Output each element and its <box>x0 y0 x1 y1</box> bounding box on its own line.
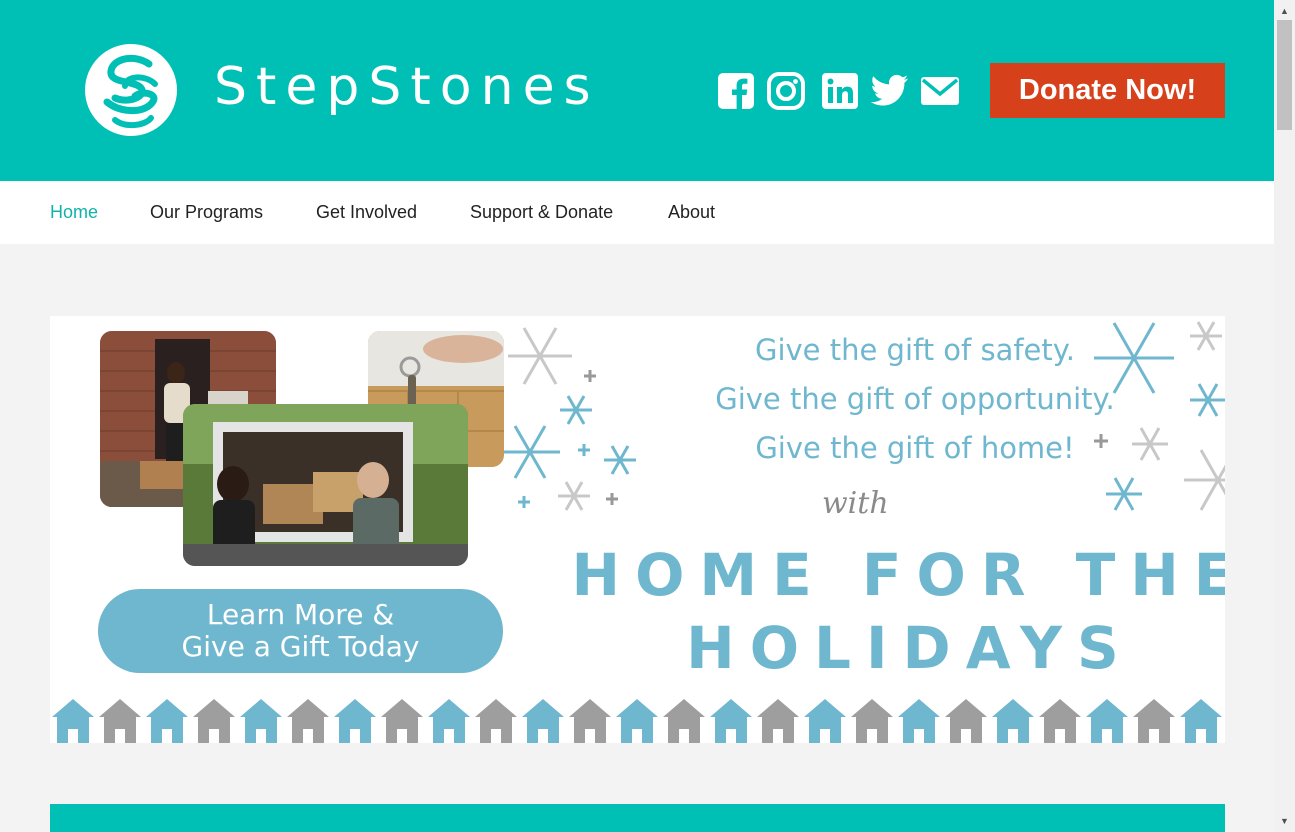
house-icon <box>522 699 564 743</box>
main-nav: Home Our Programs Get Involved Support &… <box>0 181 1274 244</box>
house-icon <box>428 699 470 743</box>
house-icon <box>992 699 1034 743</box>
nav-item-our-programs[interactable]: Our Programs <box>150 202 263 223</box>
banner-line-home: Give the gift of home! <box>755 431 1075 465</box>
house-icon <box>334 699 376 743</box>
nav-item-about[interactable]: About <box>668 202 715 223</box>
house-icon <box>804 699 846 743</box>
campaign-title-line1: HOME FOR THE <box>571 541 1225 609</box>
house-row-decoration-icon <box>52 699 1222 743</box>
page-scrollbar[interactable]: ▲ ▼ <box>1274 0 1295 832</box>
nav-item-home[interactable]: Home <box>50 202 98 223</box>
house-icon <box>1086 699 1128 743</box>
donate-now-button[interactable]: Donate Now! <box>990 63 1225 118</box>
nav-item-get-involved[interactable]: Get Involved <box>316 202 417 223</box>
banner-line-opportunity: Give the gift of opportunity. <box>715 382 1115 416</box>
house-icon <box>757 699 799 743</box>
instagram-icon[interactable] <box>766 70 806 112</box>
campaign-title-line2: HOLIDAYS <box>686 614 1134 682</box>
house-icon <box>710 699 752 743</box>
site-header: StepStones Donate Now! <box>0 0 1274 181</box>
house-icon <box>1039 699 1081 743</box>
nav-item-support-donate[interactable]: Support & Donate <box>470 202 613 223</box>
banner-line-safety: Give the gift of safety. <box>754 333 1076 367</box>
learn-more-button[interactable]: Learn More & Give a Gift Today <box>98 589 503 673</box>
scrollbar-thumb[interactable] <box>1277 20 1292 130</box>
twitter-icon[interactable] <box>870 70 910 112</box>
scroll-down-arrow-icon[interactable]: ▼ <box>1274 812 1295 829</box>
house-icon <box>945 699 987 743</box>
house-icon <box>898 699 940 743</box>
site-logo-text[interactable]: StepStones <box>214 52 600 122</box>
stepstones-logo-icon[interactable] <box>85 44 177 136</box>
house-icon <box>287 699 329 743</box>
banner-with-text: with <box>822 486 889 521</box>
house-icon <box>381 699 423 743</box>
house-icon <box>193 699 235 743</box>
house-icon <box>851 699 893 743</box>
house-icon <box>1180 699 1222 743</box>
facebook-icon[interactable] <box>716 70 756 112</box>
photo-moving-truck <box>183 404 468 566</box>
house-icon <box>52 699 94 743</box>
house-icon <box>146 699 188 743</box>
house-icon <box>616 699 658 743</box>
house-icon <box>99 699 141 743</box>
scroll-up-arrow-icon[interactable]: ▲ <box>1274 2 1295 19</box>
section-teal-bar <box>50 804 1225 832</box>
email-icon[interactable] <box>920 70 960 112</box>
house-icon <box>475 699 517 743</box>
house-icon <box>663 699 705 743</box>
linkedin-icon[interactable] <box>820 70 860 112</box>
holiday-banner[interactable]: Give the gift of safety. Give the gift o… <box>50 316 1225 743</box>
house-icon <box>569 699 611 743</box>
house-icon <box>240 699 282 743</box>
learn-more-line1: Learn More & <box>206 598 395 631</box>
house-icon <box>1133 699 1175 743</box>
learn-more-line2: Give a Gift Today <box>181 630 420 663</box>
